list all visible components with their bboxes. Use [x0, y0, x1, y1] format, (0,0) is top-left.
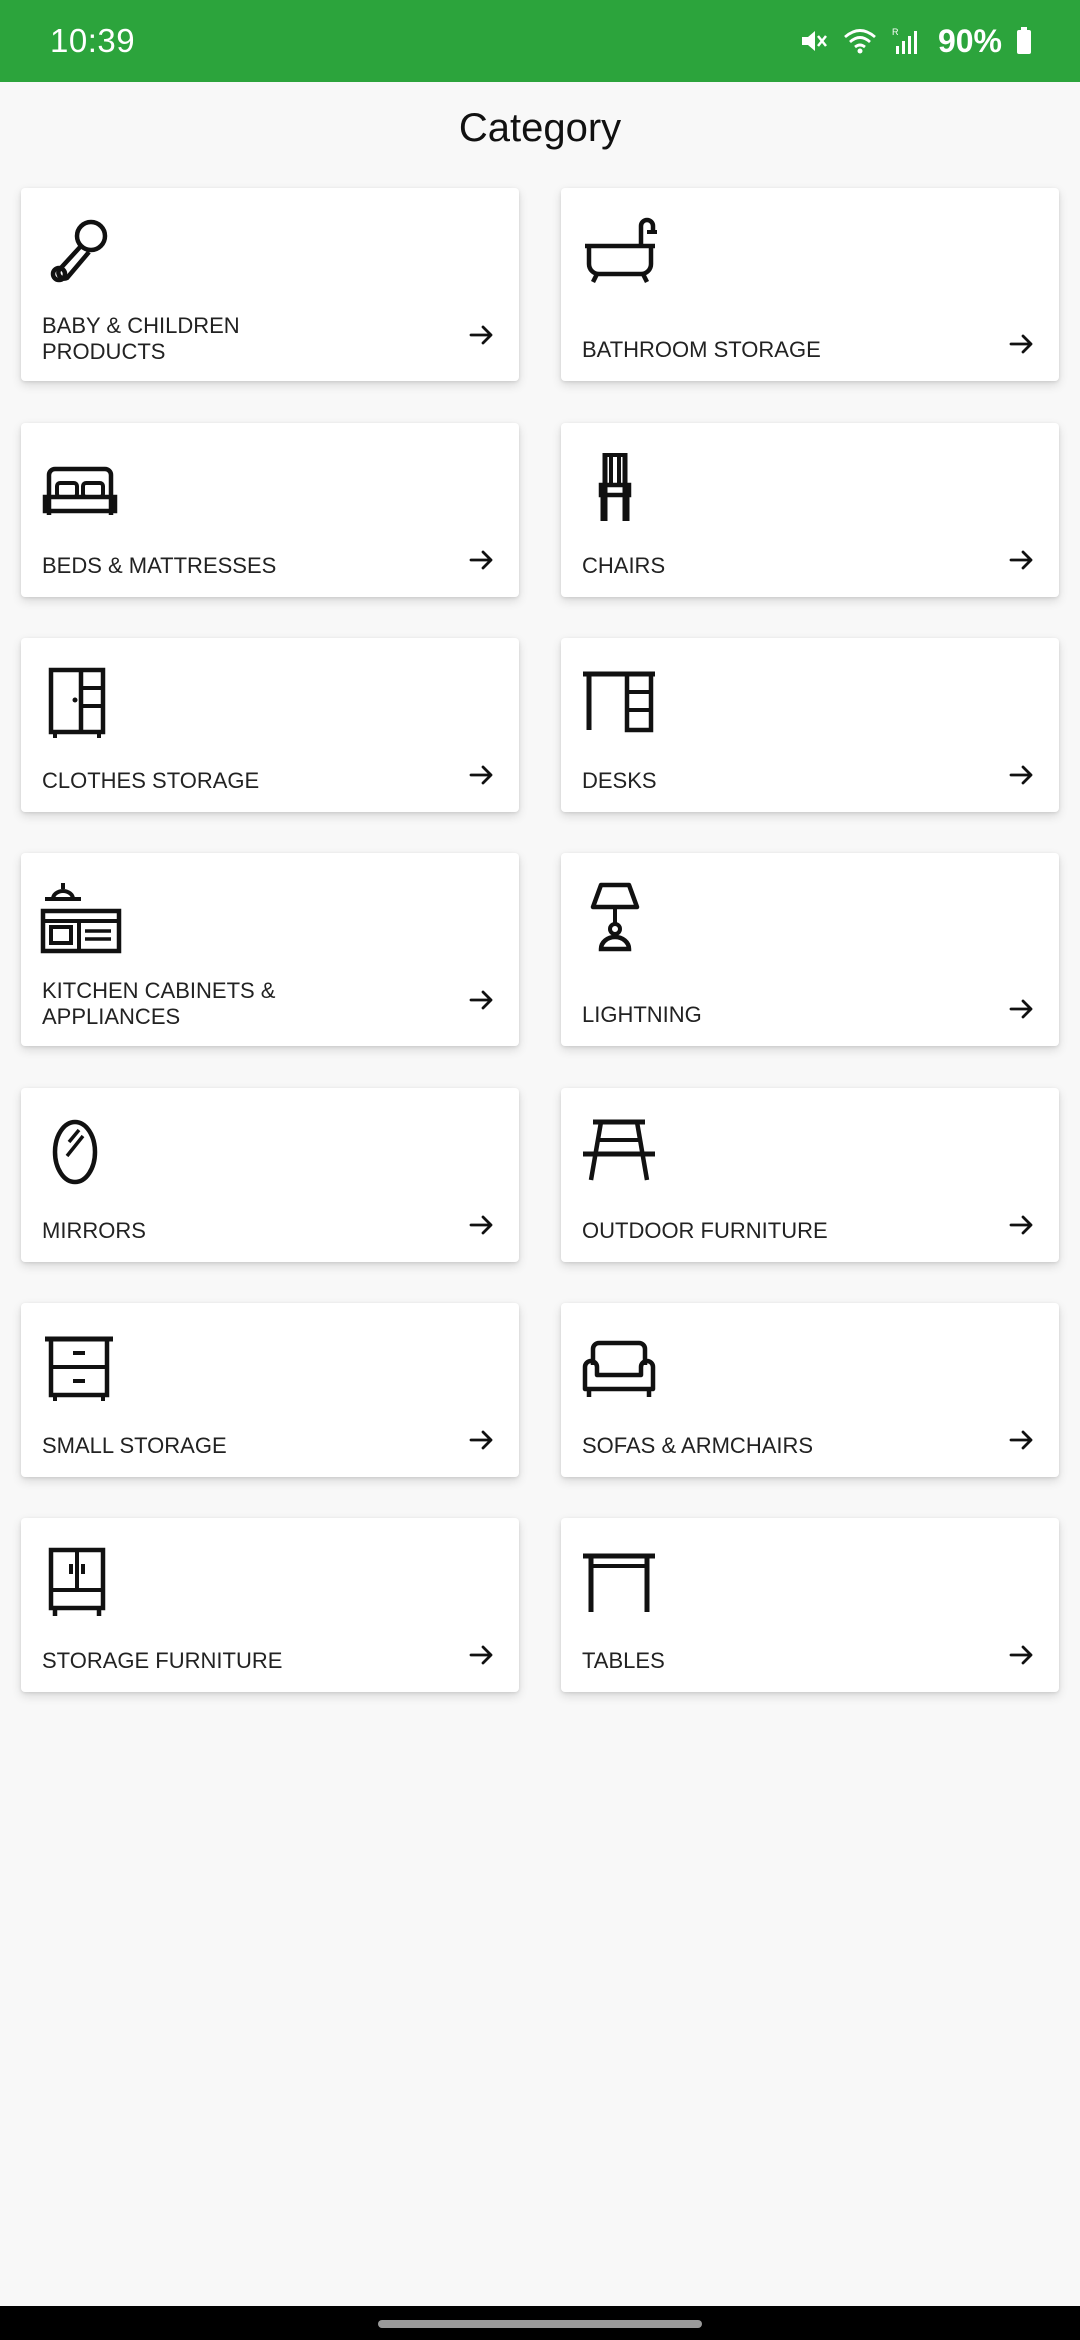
category-label: STORAGE FURNITURE	[42, 1648, 283, 1673]
category-label: SMALL STORAGE	[42, 1433, 227, 1458]
category-card-rattle[interactable]: BABY & CHILDREN PRODUCTS	[21, 188, 519, 381]
arrow-right-icon[interactable]	[467, 1425, 497, 1455]
arrow-right-icon[interactable]	[1007, 1210, 1037, 1240]
cabinet-icon	[39, 1542, 123, 1622]
category-card-table[interactable]: TABLES	[561, 1518, 1059, 1692]
category-label: MIRRORS	[42, 1218, 146, 1243]
arrow-right-icon[interactable]	[1007, 994, 1037, 1024]
navigation-bar	[0, 2306, 1080, 2340]
category-card-kitchen[interactable]: KITCHEN CABINETS & APPLIANCES	[21, 853, 519, 1046]
category-label: BATHROOM STORAGE	[582, 337, 821, 362]
kitchen-icon	[39, 877, 123, 957]
chair-icon	[579, 447, 663, 527]
category-grid: BABY & CHILDREN PRODUCTS BATHROOM STORAGE…	[0, 0, 1080, 1720]
category-label: LIGHTNING	[582, 1002, 702, 1027]
mirror-icon	[39, 1112, 123, 1192]
arrow-right-icon[interactable]	[1007, 1640, 1037, 1670]
category-label: TABLES	[582, 1648, 665, 1673]
category-card-chair[interactable]: CHAIRS	[561, 423, 1059, 597]
category-card-mirror[interactable]: MIRRORS	[21, 1088, 519, 1262]
category-card-bed[interactable]: BEDS & MATTRESSES	[21, 423, 519, 597]
category-card-bathtub[interactable]: BATHROOM STORAGE	[561, 188, 1059, 381]
bed-icon	[39, 447, 123, 527]
table-icon	[579, 1542, 663, 1622]
category-card-lamp[interactable]: LIGHTNING	[561, 853, 1059, 1046]
category-card-cabinet[interactable]: STORAGE FURNITURE	[21, 1518, 519, 1692]
drawers-icon	[39, 1327, 123, 1407]
desk-icon	[579, 662, 663, 742]
arrow-right-icon[interactable]	[1007, 760, 1037, 790]
bathtub-icon	[579, 212, 663, 292]
arrow-right-icon[interactable]	[467, 985, 497, 1015]
category-label: SOFAS & ARMCHAIRS	[582, 1433, 814, 1458]
arrow-right-icon[interactable]	[467, 1210, 497, 1240]
category-card-drawers[interactable]: SMALL STORAGE	[21, 1303, 519, 1477]
rattle-icon	[39, 212, 123, 292]
arrow-right-icon[interactable]	[467, 1640, 497, 1670]
category-card-sofa[interactable]: SOFAS & ARMCHAIRS	[561, 1303, 1059, 1477]
picnic-table-icon	[579, 1112, 663, 1192]
arrow-right-icon[interactable]	[1007, 1425, 1037, 1455]
sofa-icon	[579, 1327, 663, 1407]
arrow-right-icon[interactable]	[467, 320, 497, 350]
wardrobe-icon	[39, 662, 123, 742]
home-handle[interactable]	[378, 2320, 702, 2328]
category-card-desk[interactable]: DESKS	[561, 638, 1059, 812]
arrow-right-icon[interactable]	[1007, 545, 1037, 575]
arrow-right-icon[interactable]	[467, 545, 497, 575]
category-label: KITCHEN CABINETS & APPLIANCES	[42, 978, 276, 1029]
category-label: CHAIRS	[582, 553, 666, 578]
category-label: DESKS	[582, 768, 657, 793]
arrow-right-icon[interactable]	[467, 760, 497, 790]
category-card-wardrobe[interactable]: CLOTHES STORAGE	[21, 638, 519, 812]
lamp-icon	[579, 877, 663, 957]
arrow-right-icon[interactable]	[1007, 329, 1037, 359]
category-label: CLOTHES STORAGE	[42, 768, 260, 793]
category-card-picnic-table[interactable]: OUTDOOR FURNITURE	[561, 1088, 1059, 1262]
category-label: OUTDOOR FURNITURE	[582, 1218, 828, 1243]
category-label: BEDS & MATTRESSES	[42, 553, 277, 578]
category-label: BABY & CHILDREN PRODUCTS	[42, 313, 240, 364]
